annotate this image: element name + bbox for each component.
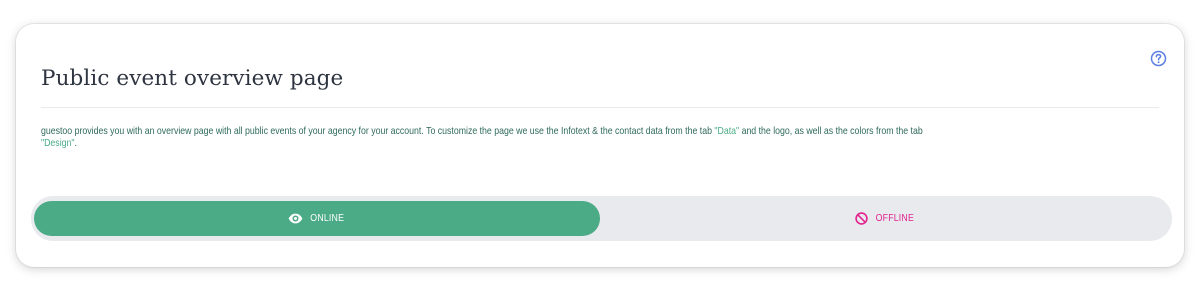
online-label: ONLINE — [310, 213, 344, 224]
title-divider — [41, 107, 1159, 108]
design-tab-link[interactable]: "Design" — [41, 138, 74, 149]
data-tab-link[interactable]: "Data" — [714, 126, 739, 137]
status-toggle: ONLINE OFFLINE — [31, 196, 1172, 241]
offline-option[interactable]: OFFLINE — [603, 201, 1169, 236]
description-part: guestoo provides you with an overview pa… — [41, 126, 715, 137]
description-text: guestoo provides you with an overview pa… — [41, 126, 1159, 150]
ban-icon — [855, 212, 868, 225]
online-option[interactable]: ONLINE — [34, 201, 600, 236]
help-button[interactable] — [1150, 50, 1167, 67]
question-circle-icon — [1150, 50, 1167, 67]
offline-label: OFFLINE — [875, 213, 915, 224]
page-title: Public event overview page — [41, 66, 344, 91]
description-part: and the logo, as well as the colors from… — [739, 126, 923, 137]
description-part: . — [74, 138, 77, 149]
eye-icon — [288, 213, 303, 224]
